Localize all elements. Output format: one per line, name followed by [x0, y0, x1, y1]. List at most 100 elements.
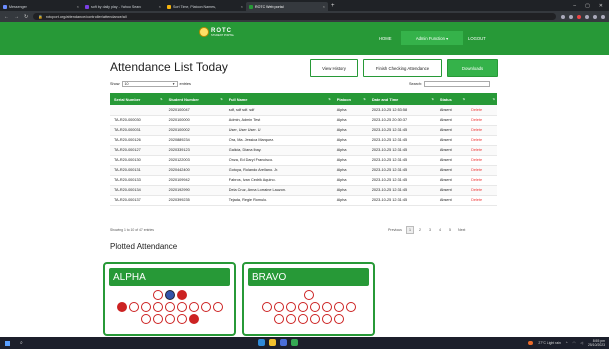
seat-marker[interactable]: [273, 302, 284, 312]
downloads-button[interactable]: Downloads: [447, 59, 498, 77]
close-icon[interactable]: ×: [323, 4, 325, 9]
seat-marker[interactable]: [309, 314, 320, 324]
profile-icon[interactable]: [593, 14, 597, 19]
cell-delete-link[interactable]: Delete: [467, 195, 497, 206]
extension-icon[interactable]: [577, 14, 581, 19]
finish-checking-attendance-button[interactable]: Finish Checking Attendance: [363, 59, 442, 77]
volume-icon[interactable]: ◁: [580, 341, 583, 345]
nav-logout-link[interactable]: LOGOUT: [468, 36, 486, 41]
pager-page-2[interactable]: 2: [416, 226, 424, 234]
seat-marker[interactable]: [164, 314, 175, 324]
seat-marker[interactable]: [261, 302, 272, 312]
pager-page-3[interactable]: 3: [426, 226, 434, 234]
close-icon[interactable]: ×: [241, 4, 243, 9]
cell-delete-link[interactable]: Delete: [467, 155, 497, 166]
url-input[interactable]: 🔒 rotcport.org/attendance/controller/atte…: [33, 13, 556, 20]
close-icon[interactable]: ×: [77, 4, 79, 9]
puzzle-icon[interactable]: [585, 14, 589, 19]
chrome-icon[interactable]: [291, 339, 298, 346]
pager-page-4[interactable]: 4: [436, 226, 444, 234]
seat-marker[interactable]: [116, 302, 127, 312]
seat-marker[interactable]: [188, 314, 199, 324]
pager-page-1[interactable]: 1: [405, 226, 414, 234]
pager-page-5[interactable]: 5: [446, 226, 454, 234]
browser-tab-yahoo[interactable]: soft by daily play - Yahoo Searc ×: [82, 2, 164, 11]
reload-icon[interactable]: ↻: [24, 14, 28, 20]
new-tab-button[interactable]: +: [331, 3, 335, 9]
menu-icon[interactable]: [601, 14, 605, 19]
wifi-icon[interactable]: ◠: [572, 341, 575, 345]
browser-tab-messenger[interactable]: Messenger ×: [0, 2, 82, 11]
seat-marker[interactable]: [200, 302, 211, 312]
seat-marker[interactable]: [212, 302, 223, 312]
seat-marker[interactable]: [176, 314, 187, 324]
store-icon[interactable]: [280, 339, 287, 346]
seat-marker[interactable]: [345, 302, 356, 312]
seat-marker[interactable]: [164, 290, 175, 300]
share-icon[interactable]: [561, 14, 565, 19]
search-input[interactable]: [424, 81, 491, 87]
minimize-icon[interactable]: –: [573, 3, 576, 9]
browser-tab-sort[interactable]: Sort Time, Platoon Names, ×: [164, 2, 246, 11]
browser-tab-rotc[interactable]: ROTC Web portal ×: [246, 2, 328, 11]
seat-marker[interactable]: [128, 302, 139, 312]
column-header-student-number[interactable]: Student Number ⇅: [165, 93, 225, 105]
entries-select[interactable]: 10 ▾: [121, 81, 178, 87]
seat-marker[interactable]: [333, 302, 344, 312]
seat-marker[interactable]: [285, 302, 296, 312]
view-history-button[interactable]: View History: [310, 59, 358, 77]
cell-delete-link[interactable]: Delete: [467, 135, 497, 146]
column-header-full-name[interactable]: Full Name ⇅: [225, 93, 333, 105]
column-header-status[interactable]: Status ⇅: [436, 93, 467, 105]
cell-delete-link[interactable]: Delete: [467, 165, 497, 176]
cell-delete-link[interactable]: Delete: [467, 105, 497, 116]
edge-icon[interactable]: [258, 339, 265, 346]
cell-delete-link[interactable]: Delete: [467, 115, 497, 126]
column-header-platoon[interactable]: Platoon ⇅: [333, 93, 368, 105]
pager-next[interactable]: Next: [456, 226, 467, 234]
chevron-up-icon[interactable]: ^: [566, 341, 568, 345]
site-logo[interactable]: ROTC STUDENT PORTAL: [199, 27, 234, 37]
cell-date-time: 2023-10-25 12:31:45: [367, 185, 436, 196]
pager-previous[interactable]: Previous: [386, 226, 404, 234]
cell-delete-link[interactable]: Delete: [467, 125, 497, 136]
windows-start-icon[interactable]: [5, 340, 10, 346]
maximize-icon[interactable]: ▢: [585, 3, 590, 9]
file-explorer-icon[interactable]: [269, 339, 276, 346]
forward-icon[interactable]: →: [14, 14, 19, 20]
seat-marker[interactable]: [176, 290, 187, 300]
star-icon[interactable]: [569, 14, 573, 19]
close-icon[interactable]: ×: [159, 4, 161, 9]
cell-delete-link[interactable]: Delete: [467, 175, 497, 186]
seat-marker[interactable]: [152, 314, 163, 324]
seat-marker[interactable]: [285, 314, 296, 324]
seat-marker[interactable]: [309, 302, 320, 312]
seat-marker[interactable]: [176, 302, 187, 312]
seat-marker[interactable]: [273, 314, 284, 324]
clock[interactable]: 8:55 pm 25/10/2023: [588, 339, 605, 347]
cell-platoon: Alpha: [332, 185, 368, 196]
column-header-action[interactable]: ⇅: [467, 93, 497, 105]
seat-marker[interactable]: [321, 314, 332, 324]
seat-marker[interactable]: [140, 314, 151, 324]
nav-admin-function-dropdown[interactable]: Admin Function ▾: [401, 31, 463, 45]
seat-marker[interactable]: [297, 314, 308, 324]
seat-marker[interactable]: [152, 290, 163, 300]
seat-marker[interactable]: [303, 290, 314, 300]
seat-marker[interactable]: [164, 302, 175, 312]
seat-marker[interactable]: [321, 302, 332, 312]
nav-home-link[interactable]: HOME: [379, 36, 392, 41]
close-window-icon[interactable]: ✕: [599, 3, 603, 9]
cell-delete-link[interactable]: Delete: [467, 185, 497, 196]
seat-marker[interactable]: [333, 314, 344, 324]
column-header-serial[interactable]: Serial Number ⇅: [110, 93, 165, 105]
column-header-date-time[interactable]: Date and Time ⇅: [368, 93, 436, 105]
back-icon[interactable]: ←: [4, 14, 9, 20]
seat-marker[interactable]: [152, 302, 163, 312]
seat-marker[interactable]: [140, 302, 151, 312]
seat-row: [105, 314, 234, 324]
search-icon[interactable]: ⌕: [20, 340, 23, 346]
seat-marker[interactable]: [188, 302, 199, 312]
cell-delete-link[interactable]: Delete: [467, 145, 497, 156]
seat-marker[interactable]: [297, 302, 308, 312]
